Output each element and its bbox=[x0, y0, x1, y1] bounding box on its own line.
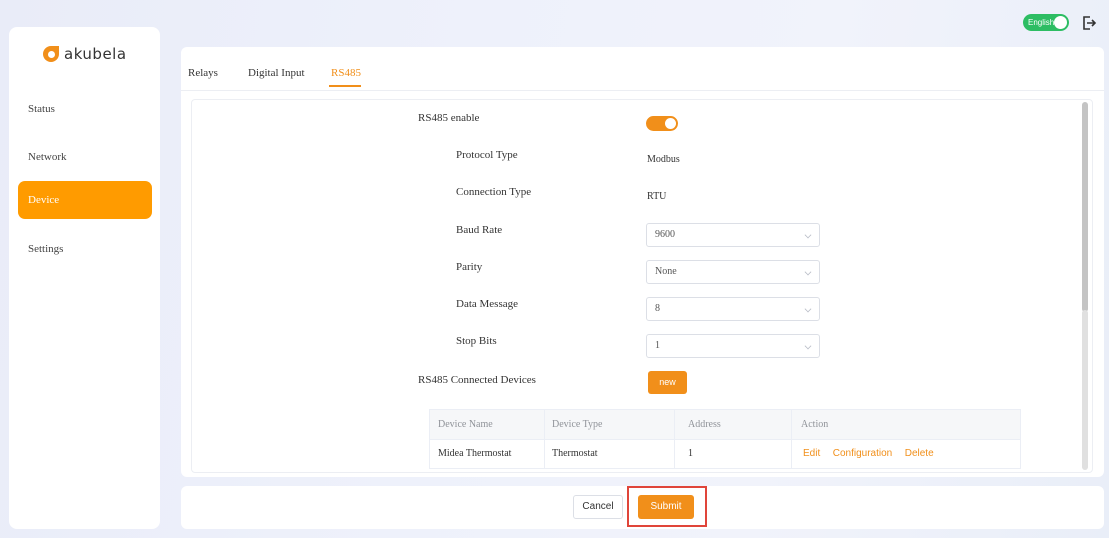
scrollbar[interactable] bbox=[1081, 100, 1091, 472]
akubela-logo-icon bbox=[43, 46, 59, 62]
submit-button[interactable]: Submit bbox=[638, 495, 694, 519]
brand-name: akubela bbox=[64, 45, 127, 63]
data-message-label: Data Message bbox=[456, 298, 519, 310]
parity-label: Parity bbox=[456, 261, 483, 273]
address-cell: 1 bbox=[688, 448, 693, 459]
column-header: Action bbox=[801, 419, 829, 430]
sidebar-item-label: Settings bbox=[28, 243, 64, 255]
footer-bar: Cancel Submit bbox=[181, 486, 1104, 529]
connected-devices-label: RS485 Connected Devices bbox=[418, 374, 536, 386]
device-name-cell: Midea Thermostat bbox=[438, 448, 512, 459]
cancel-button[interactable]: Cancel bbox=[573, 495, 623, 519]
brand-logo: akubela bbox=[42, 43, 127, 65]
parity-select[interactable]: None bbox=[646, 260, 820, 284]
parity-value: None bbox=[655, 266, 677, 277]
rs485-settings-panel: RS485 enable Protocol Type Modbus Connec… bbox=[191, 99, 1093, 473]
rs485-enable-switch[interactable] bbox=[646, 116, 678, 131]
language-toggle-knob bbox=[1054, 16, 1067, 29]
sidebar-item-label: Status bbox=[28, 103, 55, 115]
baud-rate-label: Baud Rate bbox=[456, 224, 503, 236]
configuration-link[interactable]: Configuration bbox=[833, 448, 892, 459]
column-header: Device Name bbox=[438, 419, 493, 430]
action-cell: Edit Configuration Delete bbox=[793, 440, 944, 468]
devices-table: Device Name Device Type Address Action M… bbox=[429, 409, 1021, 469]
rs485-enable-label: RS485 enable bbox=[418, 112, 480, 124]
active-tab-indicator bbox=[329, 85, 361, 87]
table-row: Midea Thermostat Thermostat 1 Edit Confi… bbox=[430, 440, 1020, 468]
tab-relays[interactable]: Relays bbox=[176, 67, 218, 79]
protocol-type-value: Modbus bbox=[647, 154, 680, 165]
chevron-down-icon bbox=[804, 342, 812, 350]
sidebar-item-label: Device bbox=[28, 194, 60, 206]
column-divider bbox=[791, 440, 792, 468]
stop-bits-value: 1 bbox=[655, 340, 660, 351]
sidebar-item-device[interactable]: Device bbox=[18, 181, 152, 219]
tab-rs485[interactable]: RS485 bbox=[331, 67, 361, 79]
sidebar-item-network[interactable]: Network bbox=[18, 138, 152, 176]
baud-rate-select[interactable]: 9600 bbox=[646, 223, 820, 247]
connection-type-label: Connection Type bbox=[456, 186, 532, 198]
stop-bits-label: Stop Bits bbox=[456, 335, 497, 347]
edit-link[interactable]: Edit bbox=[803, 448, 820, 459]
column-divider bbox=[674, 440, 675, 468]
delete-link[interactable]: Delete bbox=[905, 448, 934, 459]
language-label: English bbox=[1028, 18, 1055, 27]
tab-bar: Relays Digital Input RS485 bbox=[181, 47, 1104, 91]
new-device-button[interactable]: new bbox=[648, 371, 687, 394]
logout-icon[interactable] bbox=[1081, 15, 1097, 31]
device-type-cell: Thermostat bbox=[552, 448, 598, 459]
column-header: Device Type bbox=[552, 419, 603, 430]
sidebar-item-settings[interactable]: Settings bbox=[18, 230, 152, 268]
protocol-type-label: Protocol Type bbox=[456, 149, 518, 161]
sidebar-item-status[interactable]: Status bbox=[18, 90, 152, 128]
scrollbar-thumb[interactable] bbox=[1082, 102, 1088, 312]
data-message-value: 8 bbox=[655, 303, 660, 314]
data-message-select[interactable]: 8 bbox=[646, 297, 820, 321]
table-header: Device Name Device Type Address Action bbox=[430, 410, 1020, 440]
stop-bits-select[interactable]: 1 bbox=[646, 334, 820, 358]
column-divider bbox=[674, 410, 675, 439]
sidebar: akubela Status Network Device Settings bbox=[9, 27, 160, 529]
switch-knob bbox=[665, 118, 676, 129]
connection-type-value: RTU bbox=[647, 191, 667, 202]
sidebar-item-label: Network bbox=[28, 151, 67, 163]
column-divider bbox=[791, 410, 792, 439]
tab-digital-input[interactable]: Digital Input bbox=[248, 67, 305, 79]
chevron-down-icon bbox=[804, 268, 812, 276]
main-card: Relays Digital Input RS485 RS485 enable … bbox=[181, 47, 1104, 477]
chevron-down-icon bbox=[804, 305, 812, 313]
scrollbar-track-lower bbox=[1082, 310, 1088, 470]
language-toggle[interactable]: English bbox=[1023, 14, 1069, 31]
top-bar: English bbox=[0, 0, 1109, 40]
chevron-down-icon bbox=[804, 231, 812, 239]
baud-rate-value: 9600 bbox=[655, 229, 675, 240]
column-header: Address bbox=[688, 419, 721, 430]
